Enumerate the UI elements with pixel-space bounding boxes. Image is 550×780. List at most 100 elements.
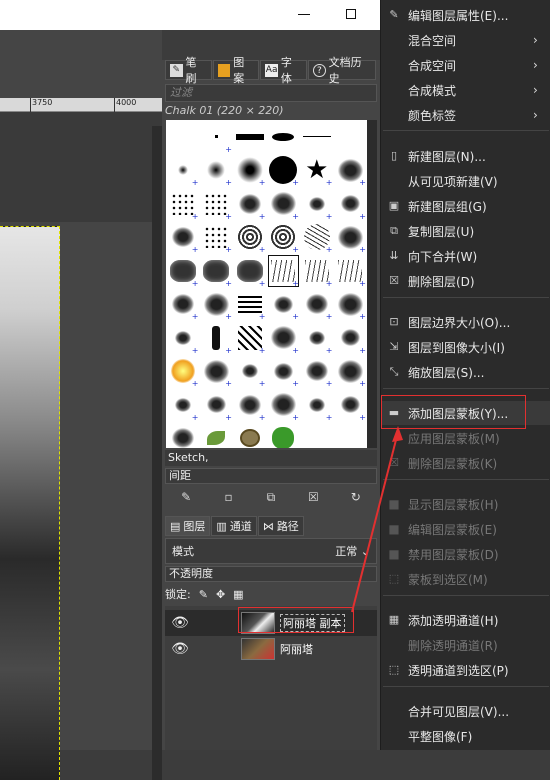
menu-item[interactable]: ✎ 编辑图层属性(E)... (381, 3, 550, 27)
brush-thumbnail[interactable]: + (267, 355, 301, 389)
lock-position-icon[interactable]: ✥ (216, 588, 225, 601)
spacing-slider[interactable]: 间距 (165, 468, 377, 484)
brush-thumbnail[interactable]: + (200, 154, 234, 188)
brush-thumbnail[interactable]: + (334, 254, 368, 288)
brush-thumbnail[interactable]: + (166, 221, 200, 255)
brush-thumbnail[interactable]: + (334, 355, 368, 389)
canvas-image[interactable] (0, 226, 60, 780)
menu-item[interactable]: ▯ 新建图层(N)... (381, 144, 550, 168)
brush-thumbnail[interactable]: + (166, 321, 200, 355)
brush-thumbnail[interactable]: + (200, 388, 234, 422)
brush-thumbnail[interactable]: + (233, 422, 267, 448)
brush-thumbnail[interactable]: + (200, 254, 234, 288)
brush-thumbnail[interactable]: + (200, 221, 234, 255)
menu-item[interactable]: ▦ 添加透明通道(H) (381, 608, 550, 632)
brush-thumbnail[interactable]: + (300, 254, 334, 288)
brush-thumbnail[interactable]: + (200, 288, 234, 322)
brush-thumbnail[interactable]: + (267, 422, 301, 448)
brush-thumbnail[interactable] (300, 422, 334, 449)
brush-thumbnail[interactable]: + (200, 120, 234, 154)
menu-item[interactable]: ⇲ 图层到图像大小(I) (381, 335, 550, 359)
eye-icon[interactable]: 👁 (165, 641, 195, 657)
lock-alpha-icon[interactable]: ▦ (233, 588, 243, 601)
brush-thumbnail[interactable]: + (200, 422, 234, 448)
brush-thumbnail[interactable]: + (334, 187, 368, 221)
maximize-icon[interactable] (346, 9, 356, 19)
brush-thumbnail[interactable]: + (166, 355, 200, 389)
brush-thumbnail[interactable]: + (166, 422, 200, 448)
menu-item[interactable]: ⊡ 图层边界大小(O)... (381, 310, 550, 334)
tab-channels[interactable]: ▥ 通道 (211, 516, 257, 536)
brush-thumbnail[interactable]: + (166, 388, 200, 422)
brush-thumbnail[interactable]: + (300, 288, 334, 322)
brush-thumbnail[interactable]: + (166, 288, 200, 322)
opacity-slider[interactable]: 不透明度 (165, 566, 377, 582)
brush-thumbnail[interactable] (233, 120, 267, 154)
brush-thumbnail[interactable]: + (200, 187, 234, 221)
brush-thumbnail[interactable]: + (267, 388, 301, 422)
minimize-icon[interactable] (298, 14, 310, 15)
lock-pixels-icon[interactable]: ✎ (199, 588, 208, 601)
tab-patterns[interactable]: 图案 (212, 56, 260, 85)
refresh-brushes-icon[interactable]: ↻ (347, 489, 365, 505)
brush-thumbnail[interactable] (334, 120, 368, 154)
menu-item[interactable]: ▣ 新建图层组(G) (381, 194, 550, 218)
brush-thumbnail[interactable] (334, 422, 368, 449)
brush-thumbnail[interactable]: + (300, 187, 334, 221)
brush-thumbnail[interactable] (300, 120, 334, 154)
brush-thumbnail[interactable]: + (334, 154, 368, 188)
canvas-area[interactable]: 3750 4000 (0, 30, 162, 780)
menu-item[interactable]: 从可见项新建(V) (381, 169, 550, 193)
brush-thumbnail[interactable]: + (233, 254, 267, 288)
brush-thumbnail[interactable]: + (233, 221, 267, 255)
brush-thumbnail[interactable]: + (233, 187, 267, 221)
brush-thumbnail[interactable]: + (334, 388, 368, 422)
brush-grid-scrollbar[interactable] (367, 120, 377, 448)
brush-thumbnail[interactable] (267, 120, 301, 154)
brush-grid[interactable]: + + + + + ★ + + + + + + + + + + + + + + + + + + + + + + + + + + + + + + + + + +… (166, 120, 367, 448)
delete-brush-icon[interactable]: ☒ (304, 489, 322, 505)
menu-item[interactable]: 颜色标签 › (381, 103, 550, 127)
brush-thumbnail[interactable]: + (233, 388, 267, 422)
brush-thumbnail[interactable]: + (300, 388, 334, 422)
brush-thumbnail[interactable]: + (267, 254, 301, 288)
menu-item[interactable]: ☒ 删除图层(D) (381, 269, 550, 293)
menu-item[interactable]: ⤡ 缩放图层(S)... (381, 360, 550, 384)
menu-item[interactable]: 合成空间 › (381, 53, 550, 77)
tab-fonts[interactable]: Aa 字体 (260, 56, 308, 85)
brush-thumbnail[interactable]: + (233, 154, 267, 188)
menu-item[interactable]: ⧉ 复制图层(U) (381, 219, 550, 243)
brush-thumbnail[interactable]: + (166, 254, 200, 288)
brush-thumbnail[interactable]: + (166, 187, 200, 221)
brush-thumbnail[interactable]: ★ + (300, 154, 334, 188)
brush-thumbnail[interactable]: + (334, 321, 368, 355)
brush-thumbnail[interactable]: + (300, 355, 334, 389)
eye-icon[interactable]: 👁 (165, 615, 195, 631)
tab-document-history[interactable]: ? 文档历史 (308, 56, 376, 85)
brush-thumbnail[interactable]: + (233, 321, 267, 355)
tab-layers[interactable]: ▤ 图层 (165, 516, 211, 536)
new-brush-icon[interactable]: ▫ (220, 489, 238, 505)
tab-brushes[interactable]: ✎ 笔刷 (165, 56, 212, 85)
menu-item[interactable]: ⬚ 透明通道到选区(P) (381, 658, 550, 682)
brush-thumbnail[interactable]: + (233, 355, 267, 389)
menu-item[interactable]: 混合空间 › (381, 28, 550, 52)
brush-thumbnail[interactable]: + (300, 321, 334, 355)
canvas-scrollbar[interactable] (152, 126, 162, 780)
brush-thumbnail[interactable]: + (334, 288, 368, 322)
brush-filter-input[interactable]: 过滤 (165, 84, 377, 102)
duplicate-brush-icon[interactable]: ⧉ (262, 489, 280, 505)
brush-thumbnail[interactable]: + (200, 355, 234, 389)
layer-row[interactable]: 👁 阿丽塔 (165, 636, 377, 662)
brush-thumbnail[interactable]: + (300, 221, 334, 255)
brush-thumbnail[interactable]: + (267, 187, 301, 221)
brush-thumbnail[interactable]: + (267, 288, 301, 322)
brush-thumbnail[interactable]: + (267, 154, 301, 188)
brush-thumbnail[interactable]: + (267, 321, 301, 355)
menu-item[interactable]: ⇊ 向下合并(W) (381, 244, 550, 268)
menu-item[interactable]: 平整图像(F) (381, 724, 550, 748)
brush-thumbnail[interactable]: + (334, 221, 368, 255)
edit-brush-icon[interactable]: ✎ (177, 489, 195, 505)
mode-select[interactable]: 模式 正常 ⌄ (165, 538, 377, 564)
menu-item[interactable]: 合成模式 › (381, 78, 550, 102)
